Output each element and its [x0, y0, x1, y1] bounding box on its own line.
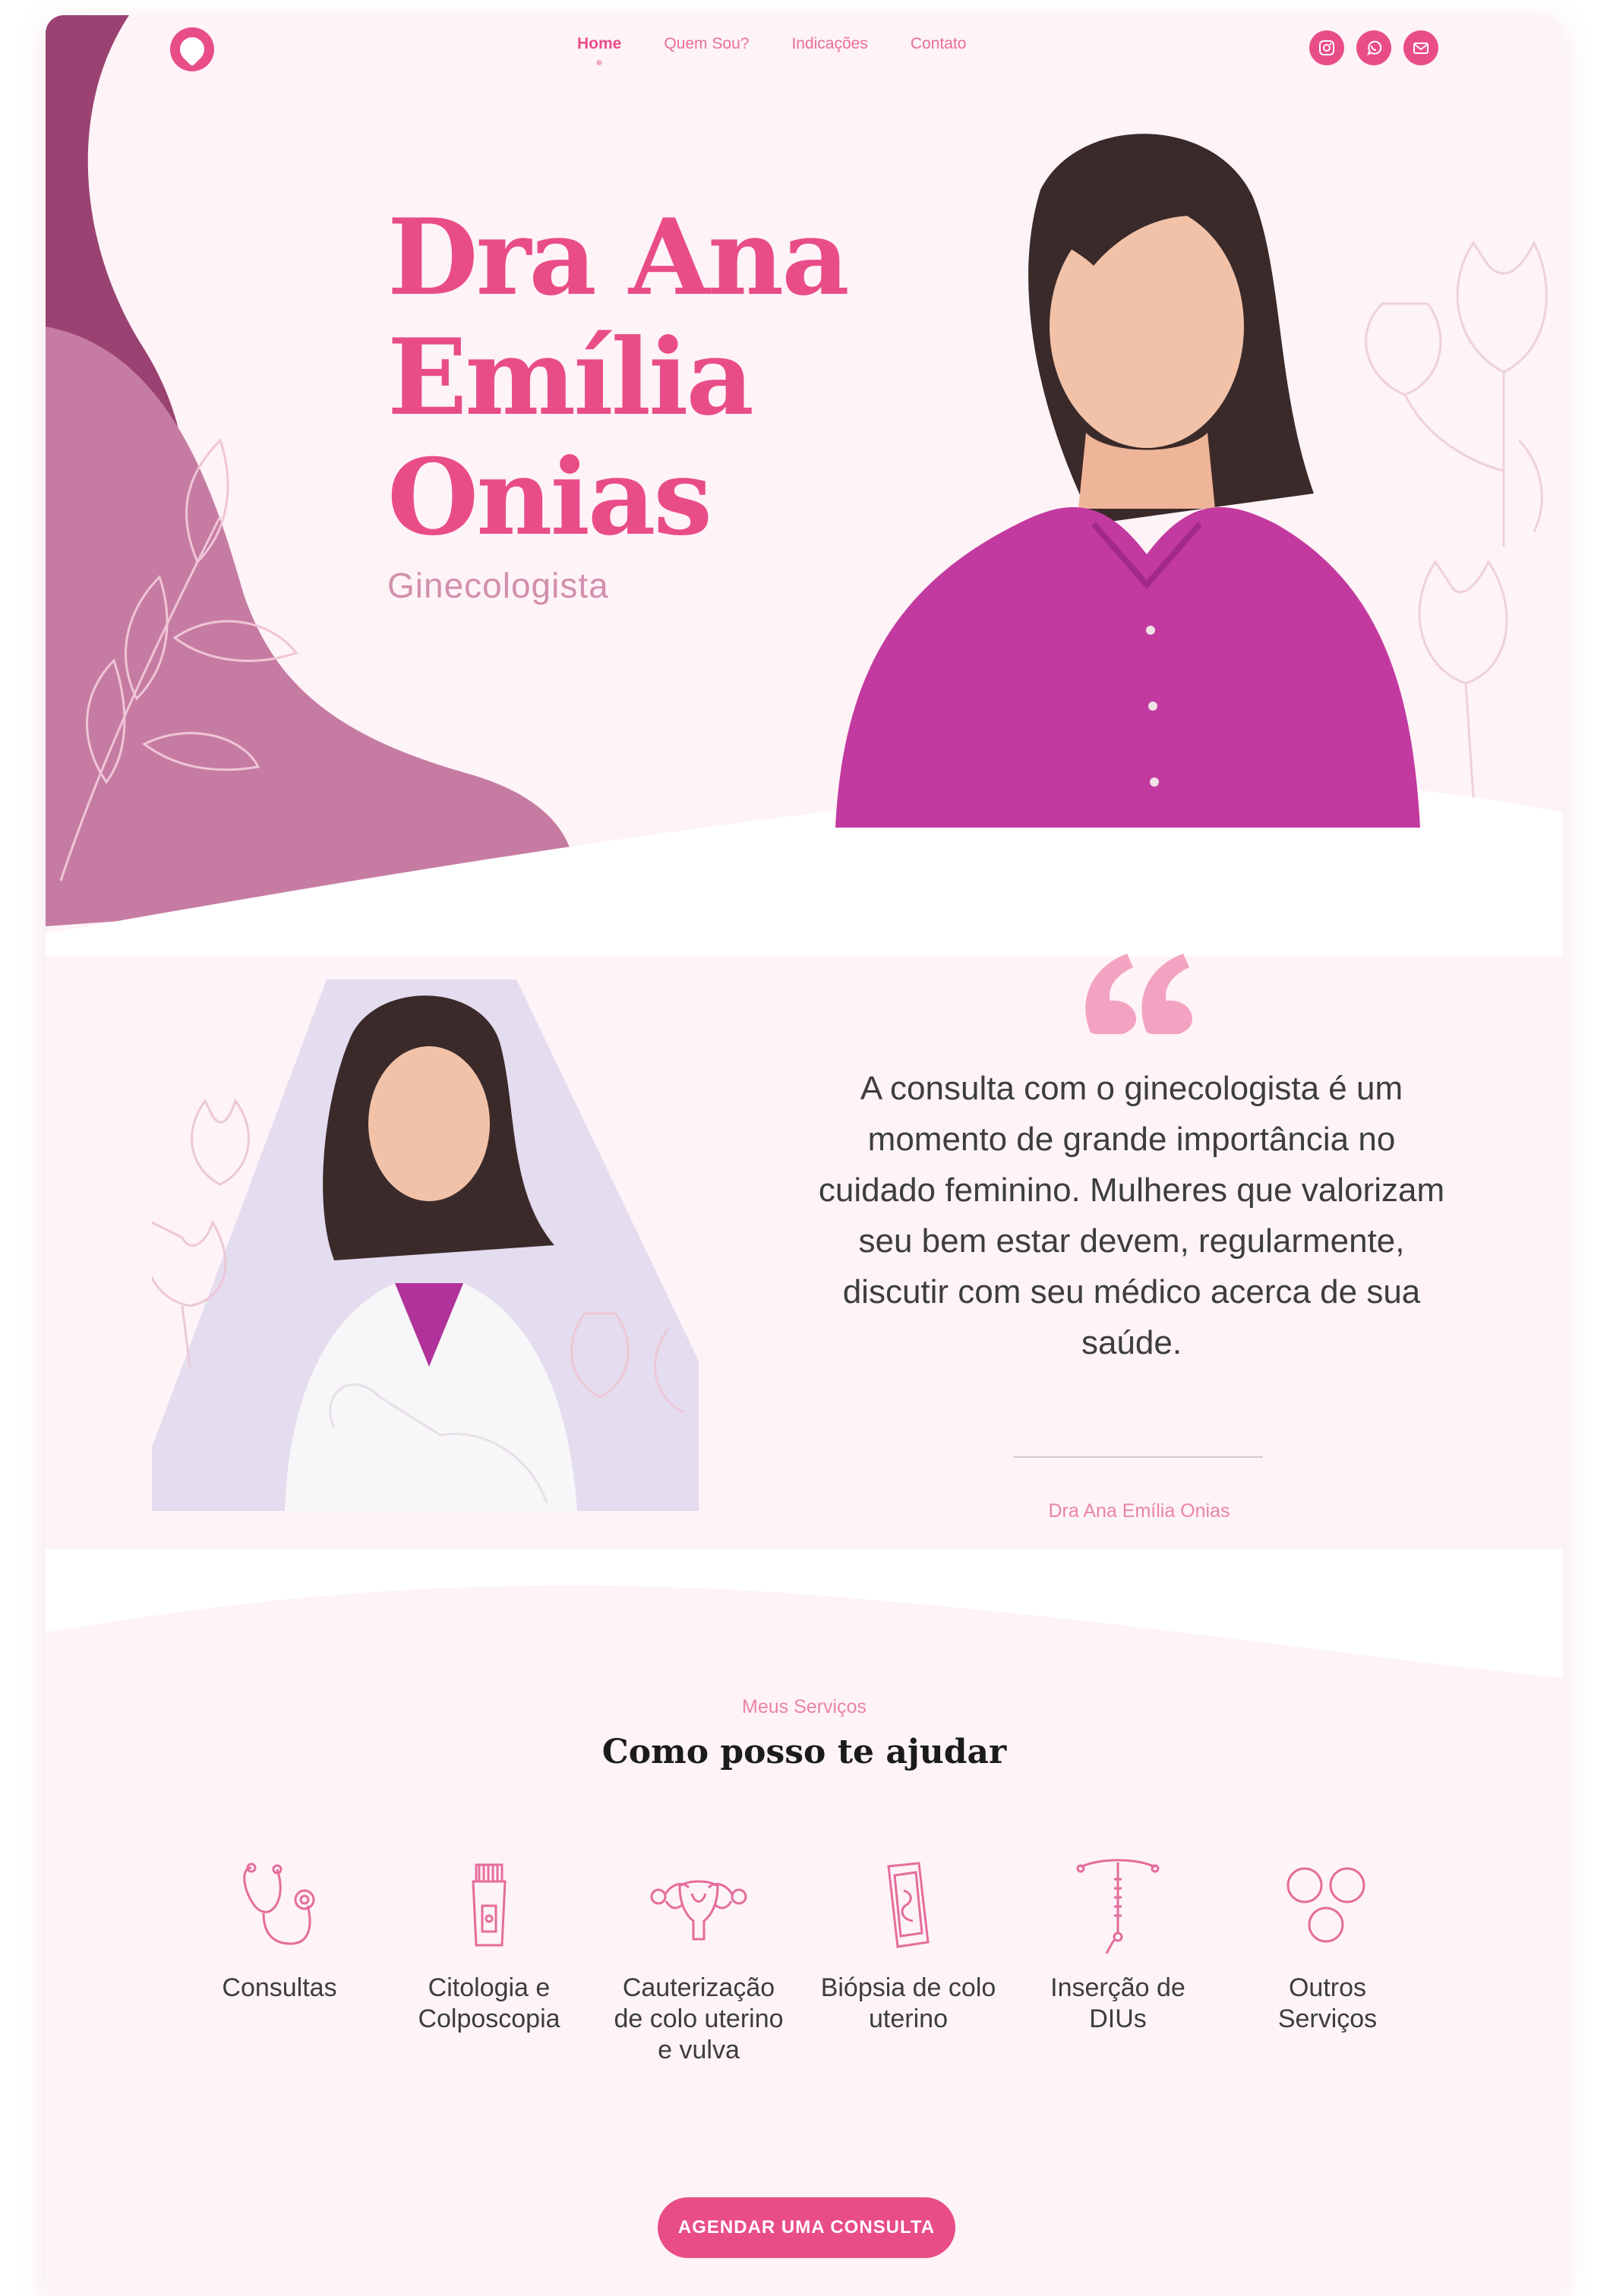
service-item-outros[interactable]: Outros Serviços: [1236, 1853, 1419, 2035]
hero-title-line-1: Dra Ana: [387, 195, 850, 319]
quote-divider: [1014, 1456, 1263, 1458]
testimonial-quote: A consulta com o ginecologista é um mome…: [818, 1070, 1445, 1361]
nav-link-contato[interactable]: Contato: [911, 35, 967, 53]
services-title: Como posso te ajudar: [601, 1733, 1007, 1771]
biopsy-slide-icon: [887, 1862, 930, 1948]
hero-portrait: [835, 134, 1420, 828]
mail-icon: [1413, 43, 1428, 54]
services-wave-background: [46, 1549, 1563, 1678]
quote-author: Dra Ana Emília Onias: [1048, 1500, 1230, 1522]
page: Home Quem Sou? Indicações Contato Dra An…: [46, 15, 1563, 2296]
nav-link-home[interactable]: Home: [577, 35, 621, 53]
service-label: Consultas: [222, 1973, 337, 2002]
schedule-appointment-button[interactable]: AGENDAR UMA CONSULTA: [658, 2197, 955, 2258]
nav-menu: Home Quem Sou? Indicações Contato: [577, 35, 966, 53]
email-button[interactable]: [1403, 30, 1438, 65]
hero-title-line-3: Onias: [387, 435, 712, 559]
services-kicker: Meus Serviços: [742, 1696, 867, 1717]
service-item-diu[interactable]: Inserção de DIUs: [1027, 1853, 1209, 2035]
service-item-citologia[interactable]: Citologia e Colposcopia: [398, 1853, 580, 2035]
service-label: Citologia e Colposcopia: [418, 1973, 560, 2033]
about-portrait: [152, 979, 699, 1511]
instagram-icon: [1319, 40, 1334, 55]
top-navigation: Home Quem Sou? Indicações Contato: [46, 15, 1563, 84]
whatsapp-icon: [1367, 40, 1382, 55]
service-label: Biópsia de colo uterino: [820, 1973, 996, 2033]
stethoscope-icon: [243, 1862, 315, 1945]
instagram-button[interactable]: [1309, 30, 1344, 65]
service-label: Outros Serviços: [1277, 1973, 1378, 2033]
hero-title-line-2: Emília: [387, 315, 754, 439]
uterus-icon: [650, 1880, 747, 1941]
logo[interactable]: [170, 27, 214, 71]
service-item-cauterizacao[interactable]: Cauterização de colo uterino e vulva: [608, 1853, 790, 2066]
service-item-biopsia[interactable]: Biópsia de colo uterino: [817, 1853, 999, 2035]
service-label: Inserção de DIUs: [1050, 1973, 1185, 2033]
nav-link-indicacoes[interactable]: Indicações: [791, 35, 867, 53]
test-tube-icon: [472, 1863, 507, 1947]
iud-icon: [1076, 1859, 1160, 1954]
logo-mark-icon: [175, 32, 210, 67]
circles-icon: [1286, 1867, 1365, 1943]
hero-subtitle: Ginecologista: [387, 566, 609, 605]
service-item-consultas[interactable]: Consultas: [188, 1853, 371, 2004]
social-links: [1309, 30, 1438, 65]
whatsapp-button[interactable]: [1356, 30, 1391, 65]
service-label: Cauterização de colo uterino e vulva: [614, 1973, 784, 2064]
hero-title: Dra Ana Emília Onias: [387, 195, 850, 559]
nav-link-quem-sou[interactable]: Quem Sou?: [664, 35, 749, 53]
quote-marks-icon: [1085, 954, 1192, 1034]
